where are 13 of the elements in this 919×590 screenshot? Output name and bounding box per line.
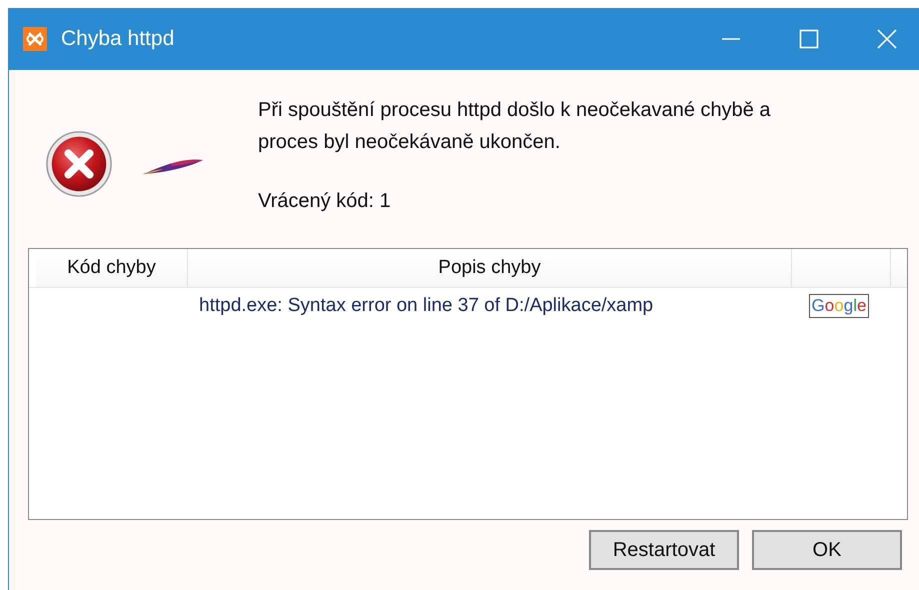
- close-icon[interactable]: [877, 29, 897, 49]
- restart-button[interactable]: Restartovat: [589, 530, 739, 570]
- app-logo-icon: [23, 27, 47, 51]
- error-message: Při spouštění procesu httpd došlo k neočekavané chybě a proces byl neočekávaně ukončen.: [258, 98, 771, 155]
- google-search-button[interactable]: Google: [808, 294, 870, 318]
- table-cell-text: httpd.exe: Syntax error on line 37 of D:/Aplikace/xamp: [198, 295, 654, 317]
- column-header[interactable]: Popis chyby: [188, 249, 792, 287]
- maximize-icon[interactable]: [799, 29, 819, 49]
- column-header[interactable]: Kód chyby: [36, 249, 188, 287]
- window-title: Chyba httpd: [61, 27, 174, 51]
- ok-button[interactable]: OK: [752, 530, 902, 570]
- error-icon: [45, 130, 113, 198]
- return-code: Vrácený kód: 1: [258, 190, 392, 213]
